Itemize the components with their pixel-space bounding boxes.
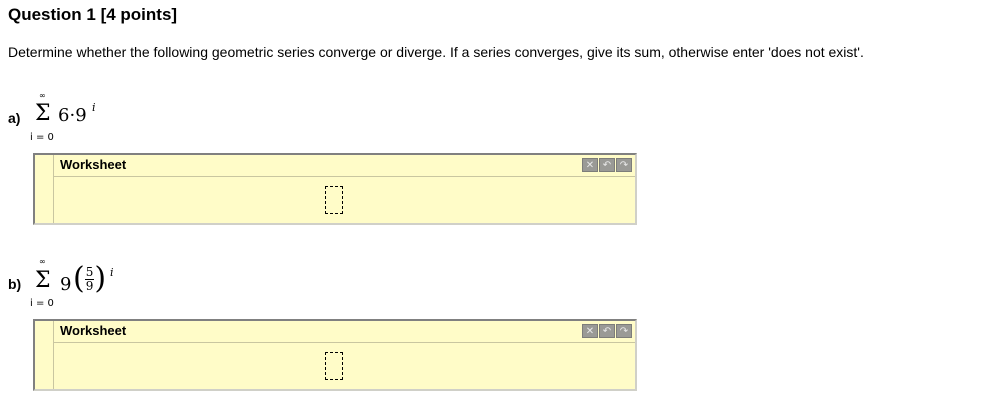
part-a-sum-lower: i = 0 (30, 132, 54, 143)
part-b-numerator: 5 (84, 264, 95, 280)
part-a-coefficient: 6 (58, 105, 70, 126)
worksheet-a-gutter (53, 155, 54, 223)
part-b-right-paren: ) (94, 261, 107, 296)
part-a-sum-upper: ∞ (39, 91, 46, 100)
part-b-fraction-group: ( 5 9 ) (73, 264, 106, 294)
part-b-denominator: 9 (85, 278, 94, 293)
part-a-sigma: Σ (35, 101, 51, 126)
part-a-base: 9 (75, 105, 87, 126)
worksheet-b-gutter (53, 321, 54, 389)
close-icon[interactable]: ✕ (582, 324, 598, 338)
part-b-fraction: 5 9 (84, 264, 95, 293)
worksheet-a-divider (53, 176, 635, 177)
part-b-sigma: Σ (35, 268, 51, 293)
worksheet-b-answer-input[interactable] (325, 352, 343, 380)
worksheet-b-toolbar: ✕ ↶ ↷ (582, 324, 632, 338)
part-b-sum-lower: i = 0 (30, 298, 54, 309)
worksheet-b-divider (53, 342, 635, 343)
redo-icon[interactable]: ↷ (616, 158, 632, 172)
worksheet-a-toolbar: ✕ ↶ ↷ (582, 158, 632, 172)
worksheet-b-title: Worksheet (60, 323, 127, 338)
undo-icon[interactable]: ↶ (599, 324, 615, 338)
worksheet-b[interactable]: Worksheet ✕ ↶ ↷ (33, 319, 637, 391)
part-a-expression: 6·9 (58, 105, 87, 126)
question-title: Question 1 [4 points] (8, 5, 178, 24)
part-b-sum-upper: ∞ (39, 257, 46, 266)
close-icon[interactable]: ✕ (582, 158, 598, 172)
part-b-left-paren: ( (73, 261, 85, 296)
part-a-label: a) (8, 110, 21, 126)
question-instructions: Determine whether the following geometri… (8, 44, 864, 60)
part-b-exponent: i (110, 266, 114, 279)
part-a-exponent: i (92, 101, 96, 114)
worksheet-a[interactable]: Worksheet ✕ ↶ ↷ (33, 153, 637, 225)
worksheet-a-answer-input[interactable] (325, 186, 343, 214)
part-b-label: b) (8, 276, 22, 292)
redo-icon[interactable]: ↷ (616, 324, 632, 338)
part-b-coefficient: 9 (60, 274, 72, 295)
worksheet-a-title: Worksheet (60, 157, 127, 172)
undo-icon[interactable]: ↶ (599, 158, 615, 172)
